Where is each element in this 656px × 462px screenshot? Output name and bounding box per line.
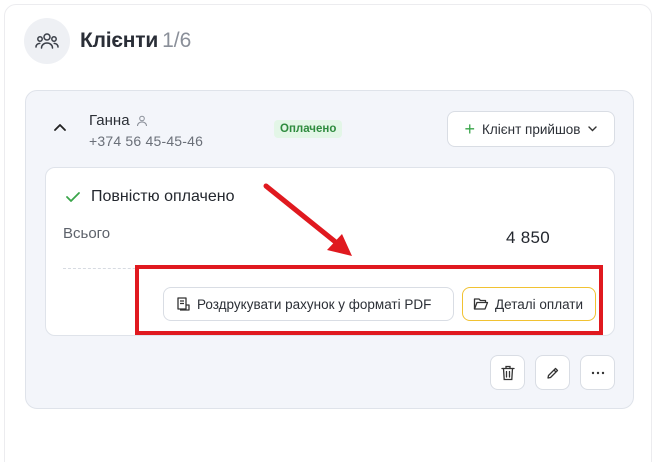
clients-header: Клієнти 1/6: [24, 18, 191, 64]
total-label: Всього: [63, 225, 111, 242]
users-icon: [24, 18, 70, 64]
client-arrived-label: Клієнт прийшов: [482, 121, 581, 137]
trash-icon: [500, 365, 515, 380]
annotation-highlight-box: [135, 265, 603, 335]
client-phone: +374 56 45-45-46: [89, 133, 204, 149]
edit-button[interactable]: [535, 355, 570, 390]
status-badge: Оплачено: [274, 120, 343, 138]
more-button[interactable]: [580, 355, 615, 390]
page-title: Клієнти: [80, 29, 159, 52]
annotation-arrow: [263, 183, 352, 256]
client-name-row: Ганна: [89, 112, 148, 129]
person-icon: [136, 115, 147, 126]
plus-icon: +: [464, 119, 476, 139]
client-arrived-button[interactable]: + Клієнт прийшов: [447, 111, 615, 147]
delete-button[interactable]: [490, 355, 525, 390]
total-value: 4 850: [506, 228, 551, 247]
payment-status: Повністю оплачено: [91, 188, 235, 205]
chevron-down-icon: [588, 126, 598, 132]
check-icon: [66, 192, 80, 202]
client-name[interactable]: Ганна: [89, 112, 130, 129]
clients-counter: 1/6: [162, 29, 192, 52]
pencil-icon: [546, 367, 558, 379]
more-icon: [591, 371, 604, 374]
payment-status-row: Повністю оплачено: [65, 188, 234, 206]
chevron-up-icon[interactable]: [53, 122, 67, 132]
